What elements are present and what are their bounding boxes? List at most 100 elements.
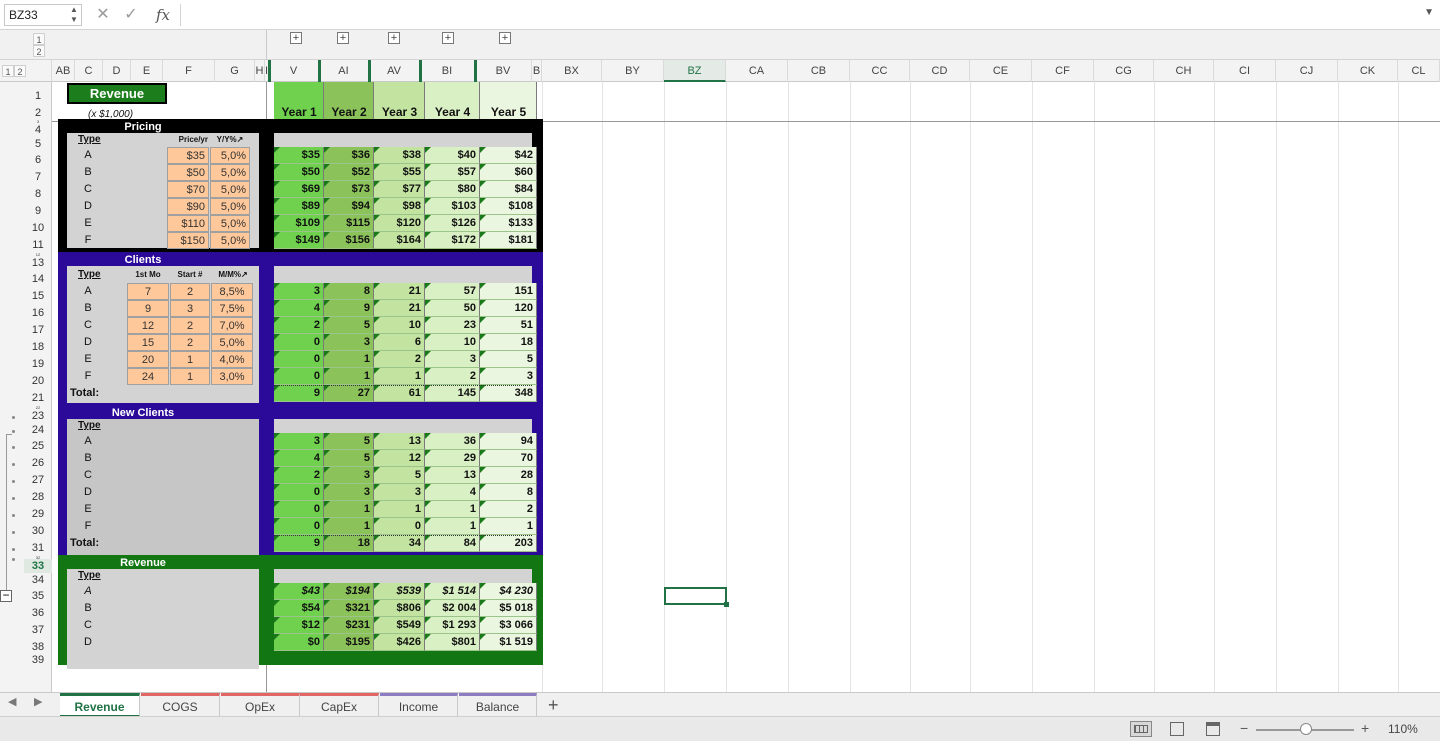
year-value-cell[interactable]: 84 <box>425 535 480 552</box>
type-label[interactable]: F <box>78 232 98 248</box>
row-header[interactable]: 31 <box>24 541 52 555</box>
row-header[interactable]: 39 <box>24 655 52 665</box>
year-value-cell[interactable]: 9 <box>274 385 324 402</box>
year-value-cell[interactable]: 1 <box>324 518 374 535</box>
year-value-cell[interactable]: $1 519 <box>480 634 537 651</box>
collapse-group-icon[interactable]: − <box>0 589 12 602</box>
sheet-tab-income[interactable]: Income <box>380 693 458 717</box>
column-header[interactable]: BI <box>420 60 475 82</box>
first-month-input-cell[interactable]: 12 <box>127 317 169 334</box>
type-label[interactable]: D <box>78 198 98 214</box>
column-header[interactable]: BV <box>475 60 532 82</box>
year-value-cell[interactable]: 2 <box>274 317 324 334</box>
year-value-cell[interactable]: $133 <box>480 215 537 232</box>
column-header[interactable]: CH <box>1154 60 1214 82</box>
year-value-cell[interactable]: $80 <box>425 181 480 198</box>
column-header[interactable]: BZ <box>664 60 726 82</box>
row-header[interactable]: 25 <box>24 439 52 453</box>
column-header[interactable]: CF <box>1032 60 1094 82</box>
expand-group-icon[interactable]: + <box>442 32 454 44</box>
year-value-cell[interactable]: 5 <box>324 433 374 450</box>
column-header[interactable]: CK <box>1338 60 1398 82</box>
add-sheet-button[interactable]: + <box>548 693 559 717</box>
year-value-cell[interactable]: $43 <box>274 583 324 600</box>
sheet-tab-capex[interactable]: CapEx <box>300 693 379 717</box>
year-value-cell[interactable]: 120 <box>480 300 537 317</box>
row-outline-level-1[interactable]: 1 <box>2 65 14 77</box>
year-value-cell[interactable]: $2 004 <box>425 600 480 617</box>
year-value-cell[interactable]: 5 <box>324 317 374 334</box>
expand-group-icon[interactable]: + <box>290 32 302 44</box>
year-value-cell[interactable]: $35 <box>274 147 324 164</box>
column-header[interactable]: F <box>163 60 215 82</box>
expand-group-icon[interactable]: + <box>388 32 400 44</box>
year-value-cell[interactable]: 29 <box>425 450 480 467</box>
year-value-cell[interactable]: $89 <box>274 198 324 215</box>
column-header[interactable]: B <box>532 60 542 82</box>
zoom-level[interactable]: 110% <box>1388 722 1418 736</box>
selected-cell[interactable] <box>664 587 727 605</box>
column-header[interactable]: CG <box>1094 60 1154 82</box>
year-value-cell[interactable]: 3 <box>324 484 374 501</box>
zoom-out-icon[interactable]: − <box>1240 720 1248 736</box>
row-header[interactable]: 4 <box>24 123 52 137</box>
start-input-cell[interactable]: 1 <box>170 368 210 385</box>
type-label[interactable]: D <box>78 334 98 350</box>
year-value-cell[interactable]: $1 293 <box>425 617 480 634</box>
sheet-tab-opex[interactable]: OpEx <box>221 693 300 717</box>
type-label[interactable]: E <box>78 351 98 367</box>
column-header[interactable]: AB <box>52 60 75 82</box>
year-value-cell[interactable]: 51 <box>480 317 537 334</box>
type-label[interactable]: B <box>78 164 98 180</box>
first-month-input-cell[interactable]: 24 <box>127 368 169 385</box>
row-header[interactable]: 14 <box>24 272 52 286</box>
year-value-cell[interactable]: 1 <box>324 368 374 385</box>
year-value-cell[interactable]: 2 <box>425 368 480 385</box>
mm-input-cell[interactable]: 7,5% <box>211 300 253 317</box>
year-value-cell[interactable]: $0 <box>274 634 324 651</box>
column-header[interactable]: CA <box>726 60 788 82</box>
type-label[interactable]: A <box>78 433 98 449</box>
sheet-tab-balance[interactable]: Balance <box>459 693 537 717</box>
year-value-cell[interactable]: $194 <box>324 583 374 600</box>
year-value-cell[interactable]: $77 <box>374 181 425 198</box>
start-input-cell[interactable]: 2 <box>170 317 210 334</box>
type-label[interactable]: E <box>78 501 98 517</box>
year-value-cell[interactable]: $181 <box>480 232 537 249</box>
year-value-cell[interactable]: 70 <box>480 450 537 467</box>
sheet-tab-cogs[interactable]: COGS <box>141 693 220 717</box>
year-value-cell[interactable]: 10 <box>425 334 480 351</box>
row-header[interactable]: 34 <box>24 573 52 587</box>
row-header[interactable]: 30 <box>24 524 52 538</box>
start-input-cell[interactable]: 2 <box>170 283 210 300</box>
year-value-cell[interactable]: 9 <box>274 535 324 552</box>
year-value-cell[interactable]: $806 <box>374 600 425 617</box>
prev-sheet-icon[interactable]: ◀ <box>8 695 16 708</box>
row-header[interactable]: 5 <box>24 137 52 151</box>
yoy-input-cell[interactable]: 5,0% <box>210 147 250 164</box>
year-value-cell[interactable]: 0 <box>274 484 324 501</box>
year-value-cell[interactable]: 21 <box>374 283 425 300</box>
first-month-input-cell[interactable]: 15 <box>127 334 169 351</box>
formula-input[interactable] <box>186 4 1406 26</box>
year-value-cell[interactable]: $12 <box>274 617 324 634</box>
year-value-cell[interactable]: 4 <box>425 484 480 501</box>
expand-group-icon[interactable]: + <box>499 32 511 44</box>
year-value-cell[interactable]: 27 <box>324 385 374 402</box>
normal-view-icon[interactable] <box>1130 721 1152 737</box>
year-header[interactable]: Year 3 <box>374 82 425 122</box>
year-header[interactable]: Year 2 <box>324 82 374 122</box>
row-header[interactable]: 11 <box>24 238 52 252</box>
price-input-cell[interactable]: $70 <box>167 181 209 198</box>
row-header[interactable]: 24 <box>24 423 52 437</box>
page-break-view-icon[interactable] <box>1206 722 1220 736</box>
year-value-cell[interactable]: $42 <box>480 147 537 164</box>
year-value-cell[interactable]: 145 <box>425 385 480 402</box>
row-header[interactable]: 26 <box>24 456 52 470</box>
year-value-cell[interactable]: 0 <box>274 518 324 535</box>
year-value-cell[interactable]: 12 <box>374 450 425 467</box>
year-value-cell[interactable]: 13 <box>374 433 425 450</box>
year-value-cell[interactable]: 1 <box>425 501 480 518</box>
price-input-cell[interactable]: $50 <box>167 164 209 181</box>
year-value-cell[interactable]: $126 <box>425 215 480 232</box>
